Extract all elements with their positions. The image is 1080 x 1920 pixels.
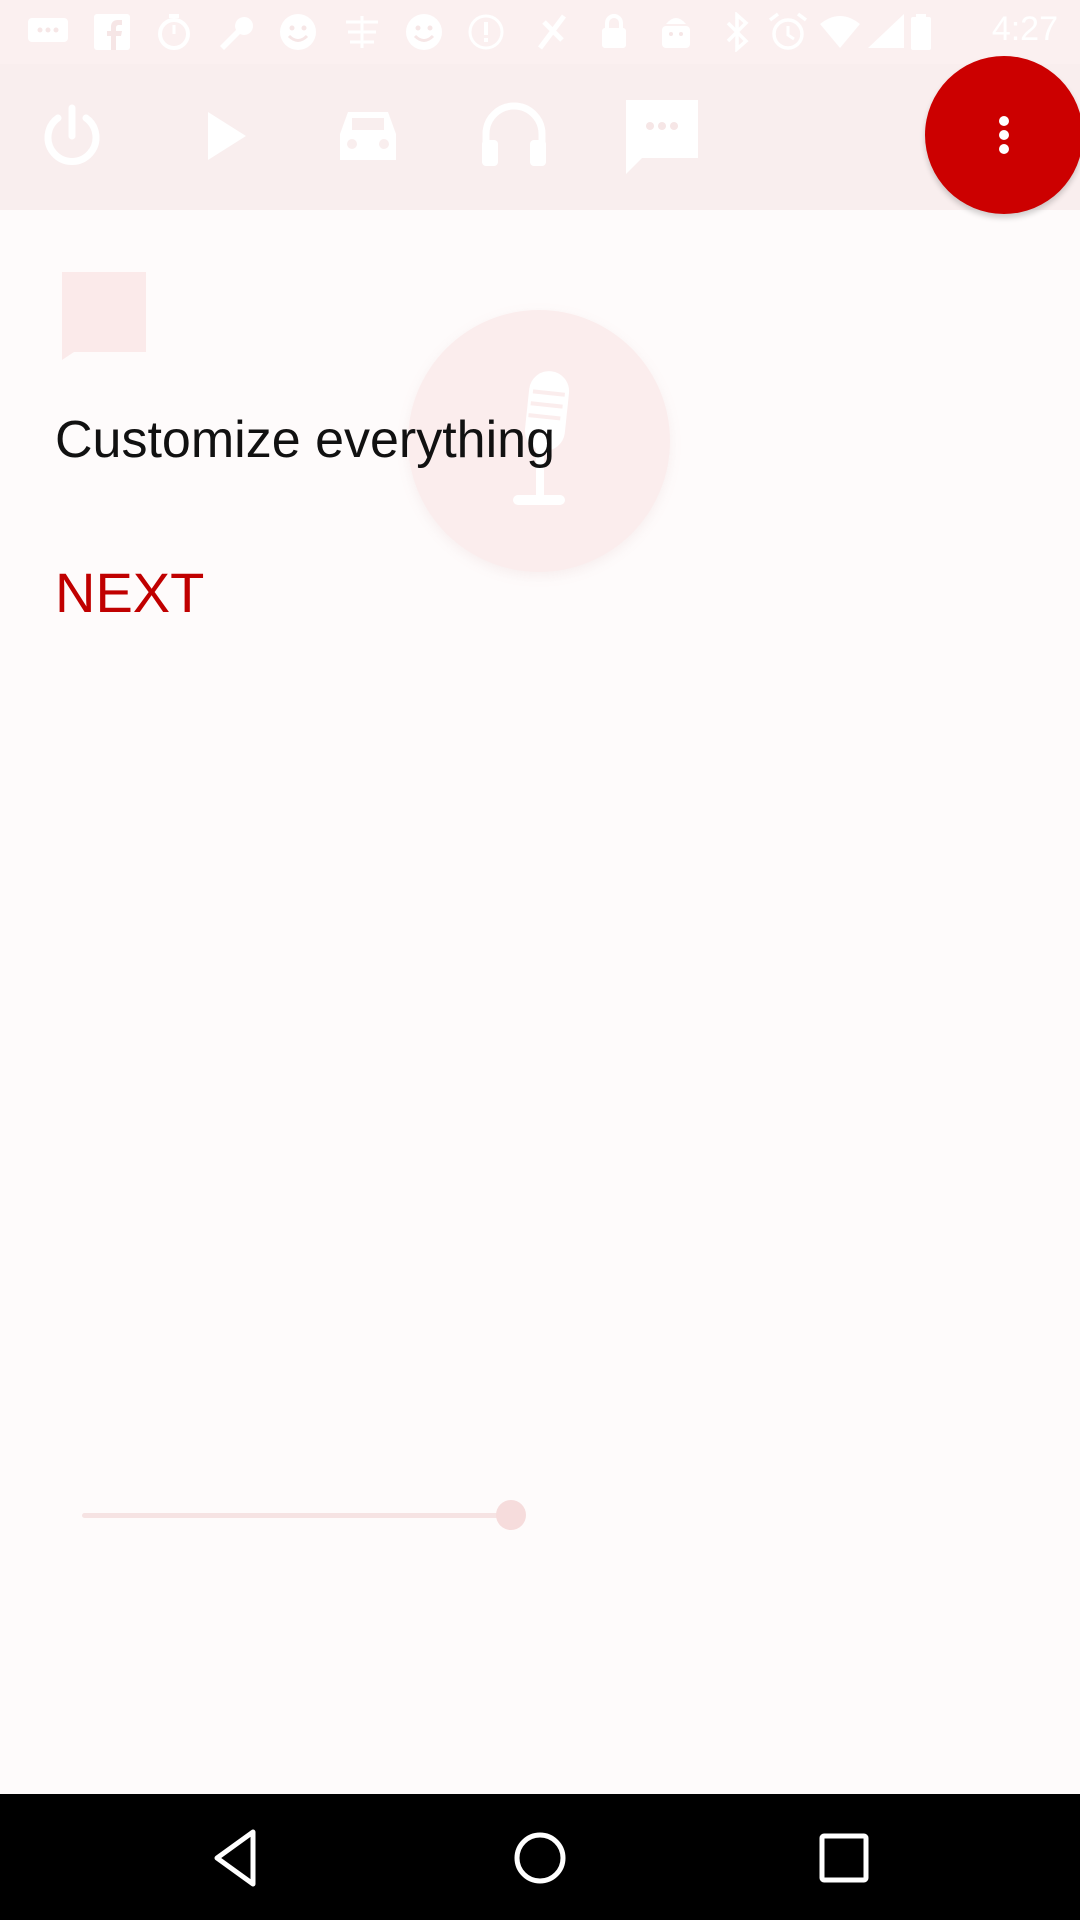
taobao-icon	[340, 12, 384, 52]
overflow-menu-button[interactable]	[925, 56, 1080, 214]
alarm-icon	[766, 12, 810, 52]
intro-page: Customize everything NEXT	[0, 210, 1080, 1794]
timer-icon	[152, 12, 196, 52]
free-antenna-icon	[530, 12, 574, 52]
status-time: 4:27	[991, 10, 1058, 48]
intro-heading: Customize everything	[55, 411, 555, 469]
back-icon[interactable]	[205, 1824, 273, 1892]
next-button[interactable]: NEXT	[55, 560, 204, 625]
progress-track	[82, 1513, 512, 1518]
battery-icon	[908, 12, 934, 52]
chat-bubble-icon	[60, 270, 150, 365]
power-icon[interactable]	[30, 94, 114, 178]
facebook-icon	[90, 12, 134, 52]
home-icon[interactable]	[506, 1824, 574, 1892]
android-icon	[654, 12, 698, 52]
smiley-icon	[276, 12, 320, 52]
chat-icon	[26, 12, 70, 52]
alert-icon	[464, 12, 508, 52]
recents-icon[interactable]	[810, 1824, 878, 1892]
bluetooth-icon	[716, 11, 760, 53]
signal-icon	[864, 12, 908, 52]
headphones-icon[interactable]	[472, 94, 556, 178]
play-icon[interactable]	[182, 94, 266, 178]
car-icon[interactable]	[326, 94, 410, 178]
wrench-icon	[212, 12, 256, 52]
message-icon[interactable]	[620, 94, 704, 178]
smiley-icon	[402, 12, 446, 52]
wifi-icon	[818, 12, 862, 52]
lock-icon	[592, 12, 636, 52]
progress-thumb	[496, 1500, 526, 1530]
status-bar: 4:27	[0, 0, 1080, 64]
toolbar	[0, 64, 1080, 210]
more-vert-icon	[999, 116, 1009, 154]
navigation-bar	[0, 1794, 1080, 1920]
